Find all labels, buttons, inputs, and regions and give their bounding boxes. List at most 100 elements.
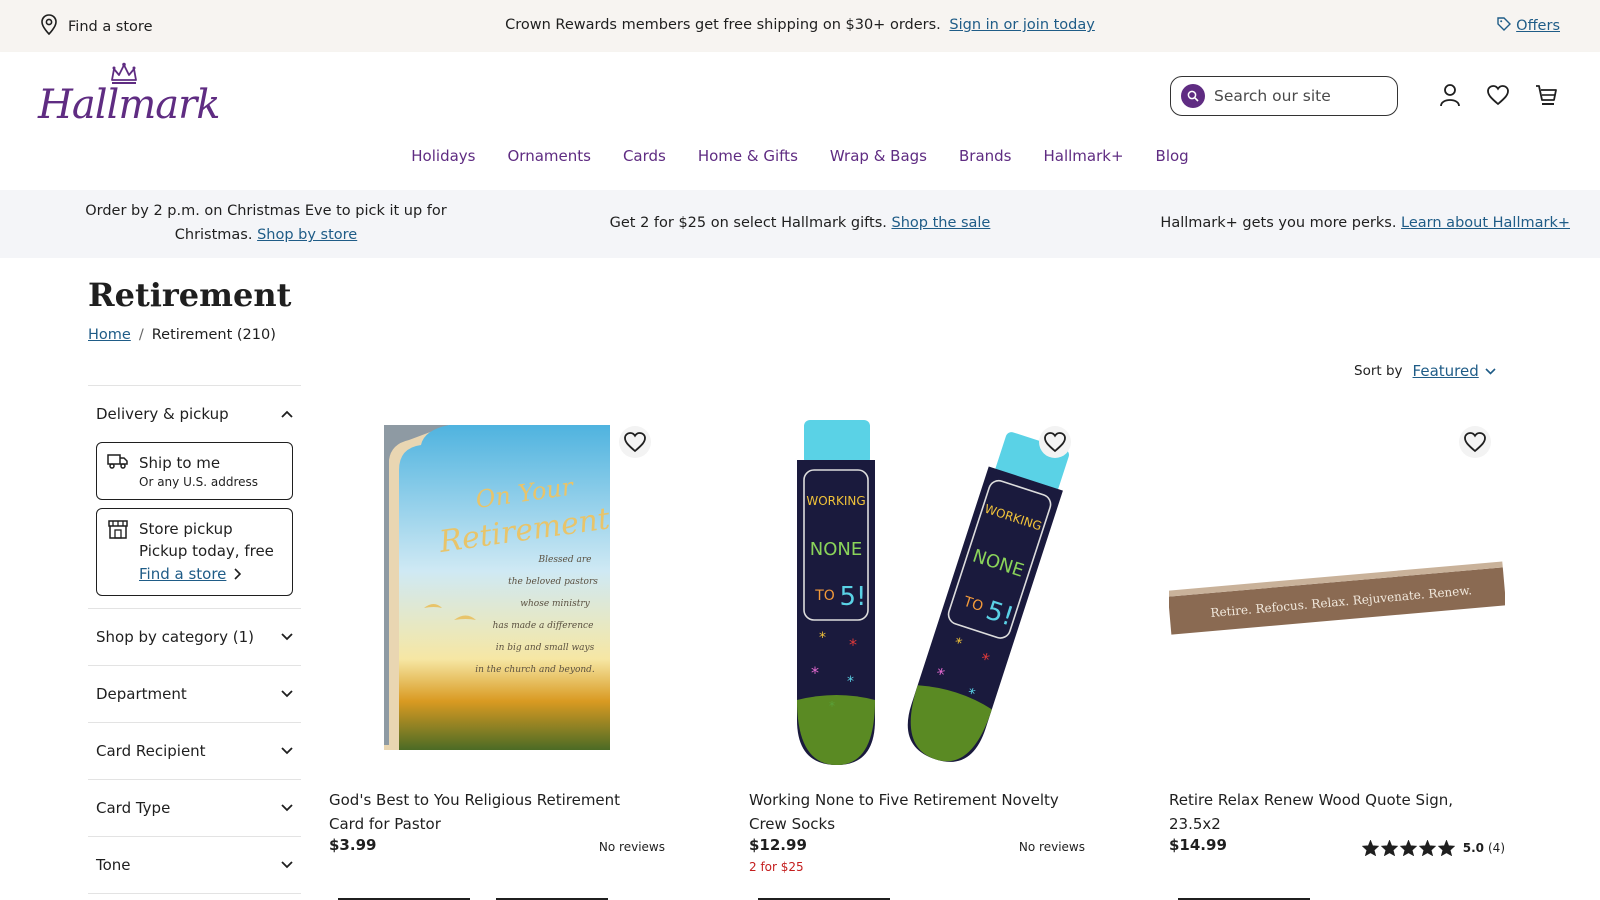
site-header: Hallmark Holidays Ornaments Cards Home &… bbox=[0, 52, 1600, 190]
filter-category-label: Shop by category (1) bbox=[96, 628, 254, 646]
promo-sale: Get 2 for $25 on select Hallmark gifts. … bbox=[560, 211, 1040, 235]
sort-dropdown[interactable]: Featured bbox=[1413, 362, 1496, 380]
account-icon[interactable] bbox=[1437, 82, 1463, 108]
offers-link[interactable]: Offers bbox=[1497, 17, 1560, 35]
card-text-line: the beloved pastors bbox=[508, 577, 598, 587]
filter-card-type-label: Card Type bbox=[96, 799, 171, 817]
product-image-novelty-socks[interactable]: WORKING NONE TO 5! * * * * * WORKING NONE … bbox=[749, 420, 1085, 768]
star-icon bbox=[1361, 840, 1379, 856]
search-icon[interactable] bbox=[1181, 84, 1205, 108]
promo-strip: Order by 2 p.m. on Christmas Eve to pick… bbox=[0, 190, 1600, 258]
nav-home-gifts[interactable]: Home & Gifts bbox=[698, 147, 798, 165]
filter-tone[interactable]: Tone bbox=[88, 836, 301, 894]
nav-wrap-bags[interactable]: Wrap & Bags bbox=[830, 147, 927, 165]
nav-hallmark-plus[interactable]: Hallmark+ bbox=[1043, 147, 1123, 165]
favorite-button[interactable] bbox=[1039, 426, 1071, 458]
breadcrumb-current: Retirement (210) bbox=[151, 327, 276, 343]
favorite-button[interactable] bbox=[1459, 426, 1491, 458]
product-image-retirement-card[interactable]: On Your Retirement Blessed are the belov… bbox=[329, 420, 665, 768]
sign-in-join-link[interactable]: Sign in or join today bbox=[949, 17, 1094, 33]
filter-department-label: Department bbox=[96, 685, 187, 703]
product-name[interactable]: God's Best to You Religious Retirement C… bbox=[329, 788, 649, 836]
chevron-down-icon bbox=[1485, 367, 1496, 375]
find-a-store-label: Find a store bbox=[139, 565, 227, 583]
product-rating[interactable]: 5.0 (4) bbox=[1361, 840, 1505, 856]
nav-brands[interactable]: Brands bbox=[959, 147, 1012, 165]
chevron-up-icon bbox=[281, 410, 293, 418]
search-input[interactable] bbox=[1214, 87, 1384, 105]
shop-by-store-link[interactable]: Shop by store bbox=[257, 227, 357, 243]
ship-to-me-title: Ship to me bbox=[139, 454, 221, 472]
product-reviews: No reviews bbox=[1019, 840, 1085, 854]
sort-value: Featured bbox=[1412, 362, 1479, 380]
store-pickup-title: Store pickup bbox=[139, 520, 233, 538]
promo-hallmark-plus-text: Hallmark+ gets you more perks. bbox=[1160, 215, 1397, 231]
star-icon bbox=[1418, 840, 1436, 856]
page-title: Retirement bbox=[88, 276, 292, 314]
store-pickup-option[interactable]: Store pickup Pickup today, free Find a s… bbox=[96, 508, 293, 596]
filter-delivery-label: Delivery & pickup bbox=[96, 405, 229, 423]
learn-hallmark-plus-link[interactable]: Learn about Hallmark+ bbox=[1401, 215, 1570, 231]
heart-icon bbox=[624, 432, 646, 453]
logo-wordmark: Hallmark bbox=[38, 82, 220, 128]
product-price: $12.99 bbox=[749, 836, 807, 854]
product-price: $14.99 bbox=[1169, 836, 1227, 854]
product-name[interactable]: Retire Relax Renew Wood Quote Sign, 23.5… bbox=[1169, 788, 1489, 836]
product-name[interactable]: Working None to Five Retirement Novelty … bbox=[749, 788, 1069, 836]
utility-bar: Find a store Crown Rewards members get f… bbox=[0, 0, 1600, 52]
search-box[interactable] bbox=[1170, 76, 1398, 116]
promo-sale-text: Get 2 for $25 on select Hallmark gifts. bbox=[609, 215, 887, 231]
storefront-icon bbox=[107, 518, 129, 586]
svg-text:*: * bbox=[829, 699, 835, 713]
find-a-store-link[interactable]: Find a store bbox=[139, 562, 274, 586]
svg-text:*: * bbox=[811, 663, 819, 682]
rating-value: 5.0 bbox=[1462, 841, 1484, 855]
review-count: (4) bbox=[1488, 841, 1505, 855]
cart-icon[interactable] bbox=[1533, 82, 1559, 108]
favorite-button[interactable] bbox=[619, 426, 651, 458]
sock-text-line: 5! bbox=[840, 582, 867, 612]
breadcrumb-home[interactable]: Home bbox=[88, 327, 131, 343]
chevron-down-icon bbox=[281, 633, 293, 641]
sock-text-line: TO bbox=[814, 588, 835, 604]
nav-ornaments[interactable]: Ornaments bbox=[507, 147, 590, 165]
sock-right: WORKING NONE TO 5! ** ** bbox=[907, 432, 1069, 762]
store-pickup-subtitle: Pickup today, free bbox=[139, 542, 274, 560]
star-rating bbox=[1361, 840, 1455, 856]
nav-blog[interactable]: Blog bbox=[1156, 147, 1189, 165]
star-icon bbox=[1437, 840, 1455, 856]
star-icon bbox=[1399, 840, 1417, 856]
chevron-down-icon bbox=[281, 861, 293, 869]
nav-cards[interactable]: Cards bbox=[623, 147, 666, 165]
breadcrumb-separator: / bbox=[138, 327, 144, 343]
chevron-down-icon bbox=[281, 747, 293, 755]
rewards-promo-text: Crown Rewards members get free shipping … bbox=[505, 17, 941, 33]
card-text-line: in the church and beyond. bbox=[475, 665, 595, 675]
product-reviews: No reviews bbox=[599, 840, 665, 854]
breadcrumb: Home / Retirement (210) bbox=[88, 327, 276, 343]
promo-pickup: Order by 2 p.m. on Christmas Eve to pick… bbox=[70, 199, 462, 247]
sort-label: Sort by bbox=[1354, 363, 1403, 379]
card-text-line: in big and small ways bbox=[496, 643, 595, 653]
filter-card-recipient-label: Card Recipient bbox=[96, 742, 206, 760]
wishlist-heart-icon[interactable] bbox=[1485, 82, 1511, 108]
shop-the-sale-link[interactable]: Shop the sale bbox=[891, 215, 990, 231]
crown-icon bbox=[111, 62, 137, 84]
filter-card-type[interactable]: Card Type bbox=[88, 779, 301, 836]
filter-delivery-header[interactable]: Delivery & pickup bbox=[88, 386, 301, 442]
chevron-down-icon bbox=[281, 804, 293, 812]
card-text-line: whose ministry bbox=[520, 599, 590, 609]
ship-to-me-option[interactable]: Ship to me Or any U.S. address bbox=[96, 442, 293, 500]
promo-hallmark-plus: Hallmark+ gets you more perks. Learn abo… bbox=[1100, 211, 1570, 235]
filter-shop-by-category[interactable]: Shop by category (1) bbox=[88, 608, 301, 665]
star-icon bbox=[1380, 840, 1398, 856]
heart-icon bbox=[1044, 432, 1066, 453]
review-text: No reviews bbox=[598, 840, 665, 854]
product-image-wood-sign[interactable]: Retire. Refocus. Relax. Rejuvenate. Rene… bbox=[1167, 420, 1507, 768]
card-text-line: has made a difference bbox=[493, 621, 594, 631]
main-nav: Holidays Ornaments Cards Home & Gifts Wr… bbox=[0, 147, 1600, 165]
hallmark-logo[interactable]: Hallmark bbox=[38, 62, 220, 128]
filter-card-recipient[interactable]: Card Recipient bbox=[88, 722, 301, 779]
nav-holidays[interactable]: Holidays bbox=[411, 147, 475, 165]
filter-department[interactable]: Department bbox=[88, 665, 301, 722]
